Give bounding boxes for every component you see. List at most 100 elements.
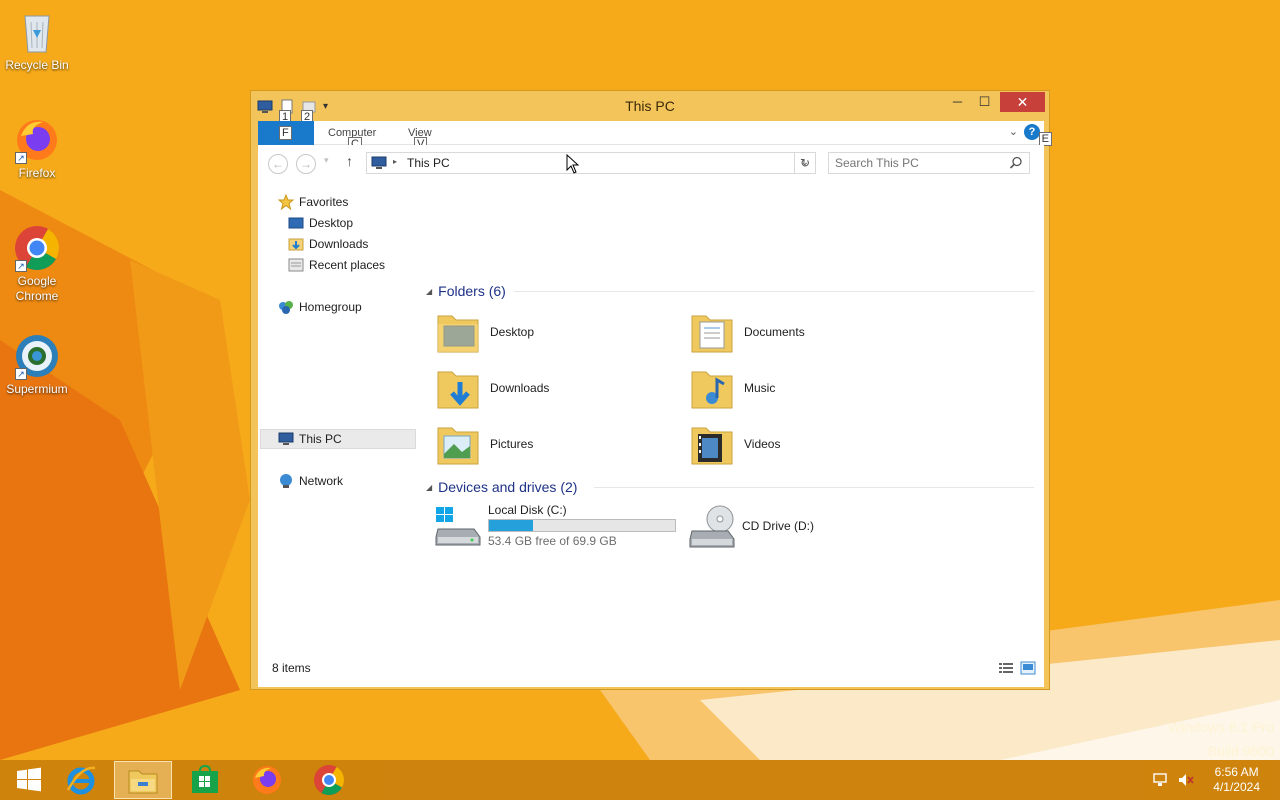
- desktop-icon-firefox[interactable]: ↗ Firefox: [0, 116, 75, 181]
- status-bar: 8 items: [258, 651, 1044, 687]
- desktop-icon-label: Recycle Bin: [5, 58, 69, 72]
- nav-favorites-desktop[interactable]: Desktop: [288, 213, 353, 233]
- nav-homegroup[interactable]: Homegroup: [278, 297, 362, 317]
- documents-folder-icon: [690, 308, 734, 356]
- nav-favorites-label: Favorites: [299, 195, 349, 209]
- file-explorer-icon[interactable]: [114, 761, 172, 799]
- drive-cd-d[interactable]: CD Drive (D:): [688, 503, 888, 553]
- nav-item-label: Desktop: [309, 216, 354, 230]
- recent-locations-icon[interactable]: ▾: [324, 155, 329, 166]
- firefox-icon[interactable]: [238, 761, 296, 799]
- chevron-right-icon[interactable]: ▸: [393, 157, 397, 166]
- firefox-icon: ↗: [13, 116, 61, 164]
- folders-group-header[interactable]: ◢ Folders (6): [426, 281, 506, 301]
- back-button[interactable]: ←: [268, 154, 288, 174]
- folder-downloads[interactable]: Downloads: [436, 363, 676, 413]
- details-view-icon[interactable]: [998, 661, 1014, 675]
- large-icons-view-icon[interactable]: [1020, 661, 1036, 675]
- folder-desktop[interactable]: Desktop: [436, 307, 676, 357]
- shortcut-arrow-icon: ↗: [15, 152, 27, 164]
- navigation-pane: Favorites Desktop Downloads Recent place…: [258, 181, 418, 651]
- folder-label: Desktop: [490, 325, 535, 339]
- nav-network[interactable]: Network: [278, 471, 343, 491]
- search-icon[interactable]: [1009, 156, 1023, 170]
- file-tab[interactable]: F: [258, 121, 314, 145]
- star-icon: [277, 193, 295, 211]
- desktop-icon-supermium[interactable]: ↗ Supermium: [0, 332, 75, 397]
- network-tray-icon[interactable]: [1152, 772, 1170, 788]
- folder-music[interactable]: Music: [690, 363, 930, 413]
- help-icon[interactable]: ?: [1024, 124, 1040, 140]
- chrome-icon[interactable]: [300, 761, 358, 799]
- address-bar[interactable]: ▸ This PC ⌄: [366, 152, 816, 174]
- nav-favorites-downloads[interactable]: Downloads: [288, 234, 368, 254]
- close-button[interactable]: ✕: [1000, 92, 1045, 112]
- address-path[interactable]: This PC: [407, 156, 450, 170]
- maximize-button[interactable]: ☐: [971, 92, 998, 112]
- main-pane: ◢ Folders (6) Desktop Documents Download…: [426, 181, 1036, 651]
- group-divider: [594, 487, 1034, 488]
- tab-view[interactable]: View V: [408, 127, 432, 151]
- forward-button[interactable]: →: [296, 154, 316, 174]
- ribbon-tabs: F Computer C View V ⌄ ? E: [258, 121, 1052, 151]
- pictures-folder-icon: [436, 420, 480, 468]
- folder-label: Videos: [744, 437, 781, 451]
- start-button[interactable]: [0, 761, 58, 799]
- drive-local-disk-c[interactable]: Local Disk (C:) 53.4 GB free of 69.9 GB: [434, 503, 684, 553]
- up-button[interactable]: ↑: [346, 153, 353, 169]
- cd-drive-icon: [688, 503, 736, 551]
- windows-drive-icon: [434, 503, 482, 551]
- title-bar[interactable]: 1 2 ▾ This PC ─ ☐ ✕: [251, 91, 1049, 124]
- volume-muted-icon[interactable]: [1177, 772, 1195, 788]
- minimize-button[interactable]: ─: [944, 92, 971, 112]
- downloads-folder-icon: [288, 236, 304, 252]
- store-icon[interactable]: [176, 761, 234, 799]
- folder-documents[interactable]: Documents: [690, 307, 930, 357]
- collapse-icon: ◢: [426, 482, 433, 492]
- shortcut-arrow-icon: ↗: [15, 368, 27, 380]
- drive-usage-fill: [489, 520, 533, 531]
- group-divider: [514, 291, 1034, 292]
- desktop-icon-label: Firefox: [18, 166, 56, 180]
- refresh-button[interactable]: ↻: [794, 152, 816, 174]
- collapse-icon: ◢: [426, 286, 433, 296]
- watermark-edition: Windows 8.1 Pro: [1168, 719, 1274, 735]
- file-explorer-window: 1 2 ▾ This PC ─ ☐ ✕ F Computer C View V …: [250, 90, 1052, 690]
- desktop-icon-recycle-bin[interactable]: Recycle Bin: [0, 8, 75, 73]
- folder-videos[interactable]: Videos: [690, 419, 930, 469]
- folder-label: Documents: [744, 325, 805, 339]
- window-title: This PC: [625, 98, 675, 114]
- videos-folder-icon: [690, 420, 734, 468]
- content-area: Favorites Desktop Downloads Recent place…: [258, 181, 1044, 687]
- desktop-folder-icon: [436, 308, 480, 356]
- network-icon: [278, 473, 294, 489]
- tab-computer[interactable]: Computer C: [328, 127, 376, 151]
- windows-logo-icon: [17, 767, 41, 792]
- nav-favorites-recent-places[interactable]: Recent places: [288, 255, 385, 275]
- nav-this-pc-label: This PC: [299, 432, 342, 446]
- folder-pictures[interactable]: Pictures: [436, 419, 676, 469]
- mouse-cursor-icon: [566, 153, 580, 174]
- system-clock[interactable]: 6:56 AM 4/1/2024: [1213, 765, 1260, 795]
- drives-group-header[interactable]: ◢ Devices and drives (2): [426, 477, 577, 497]
- drives-group-title: Devices and drives (2): [438, 479, 578, 495]
- windows-watermark: Windows 8.1 Pro Build 9600: [1168, 715, 1274, 763]
- computer-icon: [371, 156, 387, 170]
- drive-free-space: 53.4 GB free of 69.9 GB: [488, 534, 617, 548]
- search-box[interactable]: [828, 152, 1030, 174]
- recycle-bin-icon: [13, 8, 61, 56]
- expand-ribbon-icon[interactable]: ⌄: [1009, 125, 1018, 138]
- internet-explorer-icon[interactable]: [52, 761, 110, 799]
- nav-this-pc[interactable]: This PC: [260, 429, 416, 449]
- nav-favorites[interactable]: Favorites: [277, 192, 349, 212]
- downloads-folder-icon: [436, 364, 480, 412]
- folder-label: Music: [744, 381, 776, 395]
- supermium-icon: ↗: [13, 332, 61, 380]
- desktop-icon-label: Supermium: [6, 382, 68, 396]
- desktop-folder-icon: [288, 215, 304, 231]
- desktop-icon-google-chrome[interactable]: ↗ Google Chrome: [0, 224, 75, 304]
- navigation-bar: ← → ▾ ↑ ▸ This PC ⌄ ↻: [258, 145, 1044, 181]
- search-input[interactable]: [835, 155, 1005, 171]
- nav-item-label: Recent places: [309, 258, 386, 272]
- drive-name: CD Drive (D:): [742, 519, 814, 533]
